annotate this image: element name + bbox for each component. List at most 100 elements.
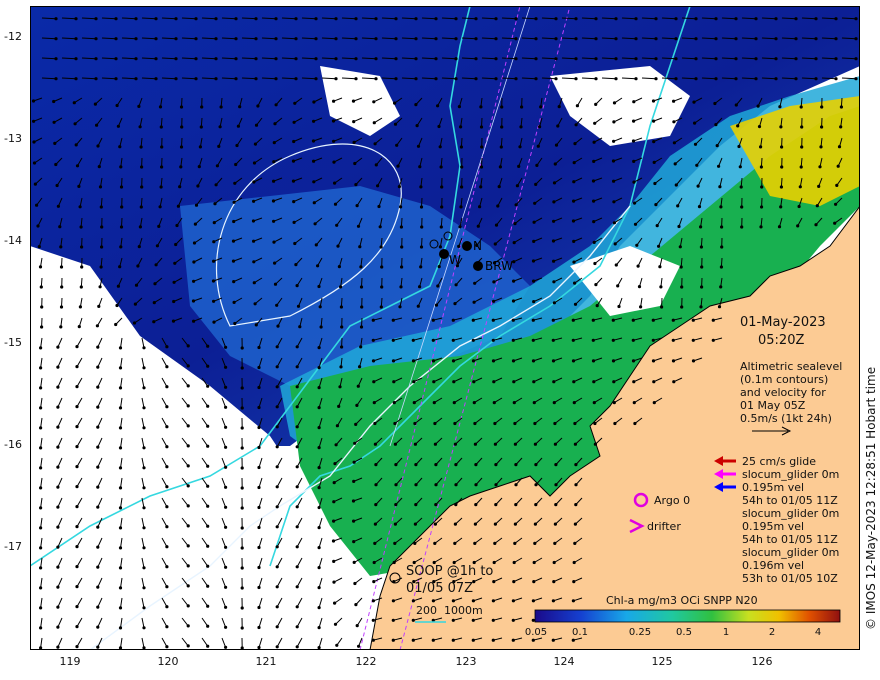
- velocity-arrowhead: [379, 245, 383, 249]
- velocity-arrowhead: [254, 323, 258, 327]
- velocity-arrow: [461, 77, 477, 80]
- velocity-arrowhead: [114, 322, 118, 327]
- velocity-arrowhead: [56, 204, 60, 208]
- velocity-arrowhead: [631, 359, 636, 363]
- velocity-arrowhead: [834, 37, 838, 41]
- velocity-arrowhead: [142, 546, 146, 550]
- velocity-arrowhead: [612, 221, 617, 225]
- velocity-arrowhead: [331, 539, 336, 543]
- velocity-arrowhead: [591, 179, 596, 183]
- velocity-arrowhead: [295, 445, 299, 449]
- velocity-arrowhead: [512, 401, 516, 405]
- x-tick-label: 126: [751, 655, 773, 668]
- velocity-arrowhead: [633, 222, 638, 226]
- velocity-arrowhead: [294, 17, 298, 21]
- velocity-arrowhead: [134, 77, 138, 81]
- velocity-arrowhead: [186, 444, 190, 448]
- velocity-arrowhead: [552, 580, 556, 584]
- velocity-arrowhead: [234, 37, 238, 41]
- velocity-arrowhead: [814, 77, 818, 81]
- velocity-arrowhead: [257, 445, 261, 450]
- velocity-arrowhead: [553, 541, 557, 546]
- velocity-arrowhead: [492, 401, 496, 405]
- velocity-arrowhead: [493, 522, 497, 526]
- velocity-arrowhead: [371, 618, 375, 622]
- velocity-arrowhead: [233, 181, 237, 185]
- velocity-arrowhead: [635, 243, 639, 247]
- velocity-arrowhead: [374, 77, 378, 81]
- velocity-arrow: [301, 37, 317, 40]
- map-date: 01-May-2023: [740, 315, 826, 330]
- velocity-arrowhead: [337, 265, 341, 269]
- velocity-arrowhead: [414, 57, 418, 61]
- velocity-arrowhead: [39, 466, 43, 470]
- velocity-arrowhead: [714, 17, 718, 21]
- velocity-arrowhead: [293, 101, 297, 105]
- velocity-arrow: [701, 37, 717, 40]
- velocity-arrowhead: [554, 77, 558, 81]
- velocity-arrowhead: [335, 424, 339, 428]
- velocity-arrow: [241, 57, 257, 60]
- velocity-arrowhead: [414, 77, 418, 81]
- velocity-arrowhead: [339, 305, 343, 309]
- velocity-arrowhead: [39, 486, 43, 490]
- velocity-arrowhead: [140, 165, 144, 169]
- velocity-arrowhead: [574, 503, 578, 507]
- velocity-arrowhead: [634, 57, 638, 61]
- velocity-arrowhead: [353, 161, 357, 166]
- velocity-arrowhead: [433, 421, 437, 426]
- mooring-brw[interactable]: [473, 261, 483, 271]
- velocity-arrowhead: [118, 506, 123, 510]
- velocity-arrow: [521, 57, 537, 60]
- velocity-arrowhead: [314, 57, 318, 61]
- velocity-arrowhead: [224, 485, 228, 489]
- velocity-arrowhead: [115, 303, 119, 308]
- mooring-n[interactable]: [462, 241, 472, 251]
- velocity-arrowhead: [459, 145, 463, 149]
- velocity-arrowhead: [534, 57, 538, 61]
- velocity-arrowhead: [165, 645, 169, 649]
- velocity-arrowhead: [457, 105, 461, 109]
- legend-glide: 25 cm/s glide: [742, 455, 817, 468]
- velocity-arrowhead: [854, 77, 858, 81]
- velocity-arrowhead: [186, 464, 190, 468]
- legend-line: 54h to 01/05 11Z: [742, 494, 838, 507]
- map-frame: W N BRW: [30, 6, 860, 650]
- velocity-arrowhead: [295, 545, 299, 549]
- velocity-arrowhead: [476, 224, 480, 228]
- velocity-arrowhead: [234, 17, 238, 21]
- velocity-arrowhead: [142, 406, 146, 410]
- velocity-arrowhead: [414, 103, 418, 107]
- velocity-arrowhead: [332, 519, 336, 523]
- velocity-arrow: [481, 17, 497, 20]
- velocity-arrowhead: [274, 57, 278, 61]
- velocity-arrowhead: [354, 422, 358, 426]
- velocity-arrowhead: [40, 305, 44, 309]
- velocity-arrowhead: [518, 145, 522, 149]
- velocity-arrowhead: [451, 359, 456, 363]
- velocity-arrowhead: [454, 483, 458, 487]
- velocity-arrowhead: [512, 279, 516, 283]
- velocity-arrow: [321, 37, 337, 40]
- velocity-arrowhead: [474, 17, 478, 21]
- velocity-arrow: [701, 17, 717, 20]
- colorbar-tick: 0.1: [572, 627, 588, 638]
- velocity-arrowhead: [634, 77, 638, 81]
- velocity-arrowhead: [275, 545, 279, 549]
- mooring-w[interactable]: [439, 249, 449, 259]
- velocity-arrowhead: [319, 325, 323, 329]
- velocity-arrowhead: [158, 105, 163, 109]
- velocity-arrow: [841, 17, 857, 20]
- velocity-arrowhead: [612, 120, 616, 124]
- y-tick-label: -13: [4, 132, 22, 145]
- velocity-arrowhead: [194, 57, 198, 61]
- velocity-arrow: [141, 37, 157, 40]
- velocity-arrowhead: [594, 17, 598, 21]
- velocity-arrowhead: [96, 425, 100, 429]
- velocity-arrowhead: [192, 279, 196, 283]
- velocity-arrowhead: [499, 145, 503, 149]
- velocity-arrow: [261, 37, 277, 40]
- velocity-arrowhead: [719, 205, 723, 209]
- velocity-arrowhead: [224, 425, 228, 429]
- velocity-arrowhead: [632, 401, 636, 405]
